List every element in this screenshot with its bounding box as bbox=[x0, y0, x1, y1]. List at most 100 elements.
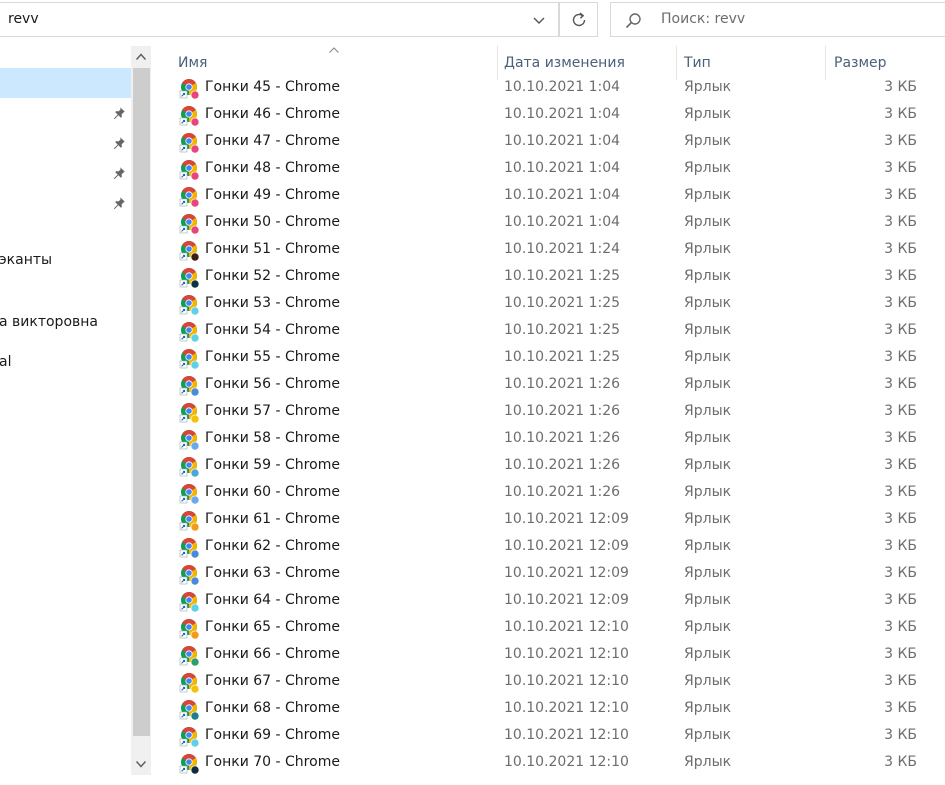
file-date: 10.10.2021 12:10 bbox=[504, 646, 629, 662]
file-row[interactable]: Гонки 49 - Chrome 10.10.2021 1:04 Ярлык 3 К… bbox=[151, 183, 945, 210]
chevron-down-icon[interactable] bbox=[531, 12, 547, 28]
file-date: 10.10.2021 1:04 bbox=[504, 79, 621, 95]
file-row[interactable]: Гонки 56 - Chrome 10.10.2021 1:26 Ярлык 3 К… bbox=[151, 372, 945, 399]
scroll-thumb[interactable] bbox=[133, 68, 150, 736]
search-box[interactable] bbox=[610, 2, 945, 37]
file-row[interactable]: Гонки 59 - Chrome 10.10.2021 1:26 Ярлык 3 К… bbox=[151, 453, 945, 480]
chrome-shortcut-icon bbox=[179, 538, 200, 559]
file-row[interactable]: Гонки 54 - Chrome 10.10.2021 1:25 Ярлык 3 К… bbox=[151, 318, 945, 345]
file-name: Гонки 50 - Chrome bbox=[205, 214, 340, 230]
nav-item[interactable] bbox=[0, 68, 131, 98]
file-size: 3 КБ bbox=[884, 457, 917, 473]
file-name: Гонки 68 - Chrome bbox=[205, 700, 340, 716]
file-date: 10.10.2021 12:10 bbox=[504, 700, 629, 716]
nav-item[interactable]: эканты bbox=[0, 246, 131, 276]
file-row[interactable]: Гонки 47 - Chrome 10.10.2021 1:04 Ярлык 3 К… bbox=[151, 129, 945, 156]
file-name: Гонки 54 - Chrome bbox=[205, 322, 340, 338]
search-icon bbox=[625, 13, 641, 29]
file-size: 3 КБ bbox=[884, 322, 917, 338]
file-date: 10.10.2021 1:04 bbox=[504, 133, 621, 149]
pin-icon[interactable] bbox=[112, 136, 126, 150]
chrome-shortcut-icon bbox=[179, 646, 200, 667]
file-date: 10.10.2021 12:10 bbox=[504, 673, 629, 689]
chrome-shortcut-icon bbox=[179, 295, 200, 316]
column-size-label: Размер bbox=[834, 55, 887, 71]
file-row[interactable]: Гонки 62 - Chrome 10.10.2021 12:09 Ярлык 3 … bbox=[151, 534, 945, 561]
column-type-label: Тип bbox=[684, 55, 711, 71]
nav-item[interactable] bbox=[0, 188, 131, 218]
nav-item[interactable]: а викторовна bbox=[0, 308, 131, 338]
chrome-shortcut-icon bbox=[179, 268, 200, 289]
file-name: Гонки 59 - Chrome bbox=[205, 457, 340, 473]
file-row[interactable]: Гонки 64 - Chrome 10.10.2021 12:09 Ярлык 3 … bbox=[151, 588, 945, 615]
file-name: Гонки 65 - Chrome bbox=[205, 619, 340, 635]
file-row[interactable]: Гонки 52 - Chrome 10.10.2021 1:25 Ярлык 3 К… bbox=[151, 264, 945, 291]
file-size: 3 КБ bbox=[884, 214, 917, 230]
file-row[interactable]: Гонки 69 - Chrome 10.10.2021 12:10 Ярлык 3 … bbox=[151, 723, 945, 750]
file-date: 10.10.2021 1:04 bbox=[504, 214, 621, 230]
file-row[interactable]: Гонки 57 - Chrome 10.10.2021 1:26 Ярлык 3 К… bbox=[151, 399, 945, 426]
file-row[interactable]: Гонки 60 - Chrome 10.10.2021 1:26 Ярлык 3 К… bbox=[151, 480, 945, 507]
file-name: Гонки 64 - Chrome bbox=[205, 592, 340, 608]
search-input[interactable] bbox=[661, 11, 931, 27]
navigation-scrollbar[interactable] bbox=[131, 46, 151, 775]
file-type: Ярлык bbox=[684, 538, 732, 554]
pin-icon[interactable] bbox=[112, 166, 126, 180]
scroll-down-button[interactable] bbox=[131, 753, 151, 775]
nav-item[interactable] bbox=[0, 128, 131, 158]
nav-item[interactable] bbox=[0, 98, 131, 128]
address-path[interactable]: revv bbox=[8, 11, 39, 27]
column-name-label: Имя bbox=[178, 55, 208, 71]
scroll-up-button[interactable] bbox=[131, 46, 151, 68]
file-date: 10.10.2021 12:10 bbox=[504, 727, 629, 743]
refresh-button[interactable] bbox=[559, 2, 598, 37]
file-row[interactable]: Гонки 55 - Chrome 10.10.2021 1:25 Ярлык 3 К… bbox=[151, 345, 945, 372]
pin-icon[interactable] bbox=[112, 196, 126, 210]
file-type: Ярлык bbox=[684, 79, 732, 95]
chrome-shortcut-icon bbox=[179, 565, 200, 586]
nav-item[interactable]: al bbox=[0, 348, 131, 378]
file-date: 10.10.2021 1:26 bbox=[504, 376, 621, 392]
file-row[interactable]: Гонки 68 - Chrome 10.10.2021 12:10 Ярлык 3 … bbox=[151, 696, 945, 723]
file-row[interactable]: Гонки 67 - Chrome 10.10.2021 12:10 Ярлык 3 … bbox=[151, 669, 945, 696]
file-type: Ярлык bbox=[684, 160, 732, 176]
file-type: Ярлык bbox=[684, 187, 732, 203]
file-row[interactable]: Гонки 53 - Chrome 10.10.2021 1:25 Ярлык 3 К… bbox=[151, 291, 945, 318]
file-name: Гонки 55 - Chrome bbox=[205, 349, 340, 365]
nav-item-label: эканты bbox=[0, 252, 53, 268]
chrome-shortcut-icon bbox=[179, 133, 200, 154]
address-bar[interactable]: revv bbox=[0, 2, 559, 37]
file-type: Ярлык bbox=[684, 295, 732, 311]
pin-icon[interactable] bbox=[112, 106, 126, 120]
file-name: Гонки 48 - Chrome bbox=[205, 160, 340, 176]
file-size: 3 КБ bbox=[884, 403, 917, 419]
chrome-shortcut-icon bbox=[179, 619, 200, 640]
file-name: Гонки 49 - Chrome bbox=[205, 187, 340, 203]
file-date: 10.10.2021 1:25 bbox=[504, 349, 621, 365]
file-row[interactable]: Гонки 63 - Chrome 10.10.2021 12:09 Ярлык 3 … bbox=[151, 561, 945, 588]
file-name: Гонки 70 - Chrome bbox=[205, 754, 340, 770]
file-row[interactable]: Гонки 46 - Chrome 10.10.2021 1:04 Ярлык 3 К… bbox=[151, 102, 945, 129]
file-name: Гонки 58 - Chrome bbox=[205, 430, 340, 446]
file-row[interactable]: Гонки 65 - Chrome 10.10.2021 12:10 Ярлык 3 … bbox=[151, 615, 945, 642]
file-row[interactable]: Гонки 58 - Chrome 10.10.2021 1:26 Ярлык 3 К… bbox=[151, 426, 945, 453]
chrome-shortcut-icon bbox=[179, 754, 200, 775]
file-row[interactable]: Гонки 50 - Chrome 10.10.2021 1:04 Ярлык 3 К… bbox=[151, 210, 945, 237]
file-size: 3 КБ bbox=[884, 484, 917, 500]
file-type: Ярлык bbox=[684, 403, 732, 419]
file-row[interactable]: Гонки 70 - Chrome 10.10.2021 12:10 Ярлык 3 … bbox=[151, 750, 945, 777]
file-type: Ярлык bbox=[684, 349, 732, 365]
file-size: 3 КБ bbox=[884, 646, 917, 662]
file-row[interactable]: Гонки 45 - Chrome 10.10.2021 1:04 Ярлык 3 К… bbox=[151, 75, 945, 102]
chrome-shortcut-icon bbox=[179, 511, 200, 532]
file-type: Ярлык bbox=[684, 457, 732, 473]
file-name: Гонки 67 - Chrome bbox=[205, 673, 340, 689]
file-type: Ярлык bbox=[684, 484, 732, 500]
file-row[interactable]: Гонки 66 - Chrome 10.10.2021 12:10 Ярлык 3 … bbox=[151, 642, 945, 669]
file-date: 10.10.2021 1:25 bbox=[504, 322, 621, 338]
file-row[interactable]: Гонки 51 - Chrome 10.10.2021 1:24 Ярлык 3 К… bbox=[151, 237, 945, 264]
file-row[interactable]: Гонки 48 - Chrome 10.10.2021 1:04 Ярлык 3 К… bbox=[151, 156, 945, 183]
nav-item[interactable] bbox=[0, 158, 131, 188]
file-row[interactable]: Гонки 61 - Chrome 10.10.2021 12:09 Ярлык 3 … bbox=[151, 507, 945, 534]
file-name: Гонки 63 - Chrome bbox=[205, 565, 340, 581]
